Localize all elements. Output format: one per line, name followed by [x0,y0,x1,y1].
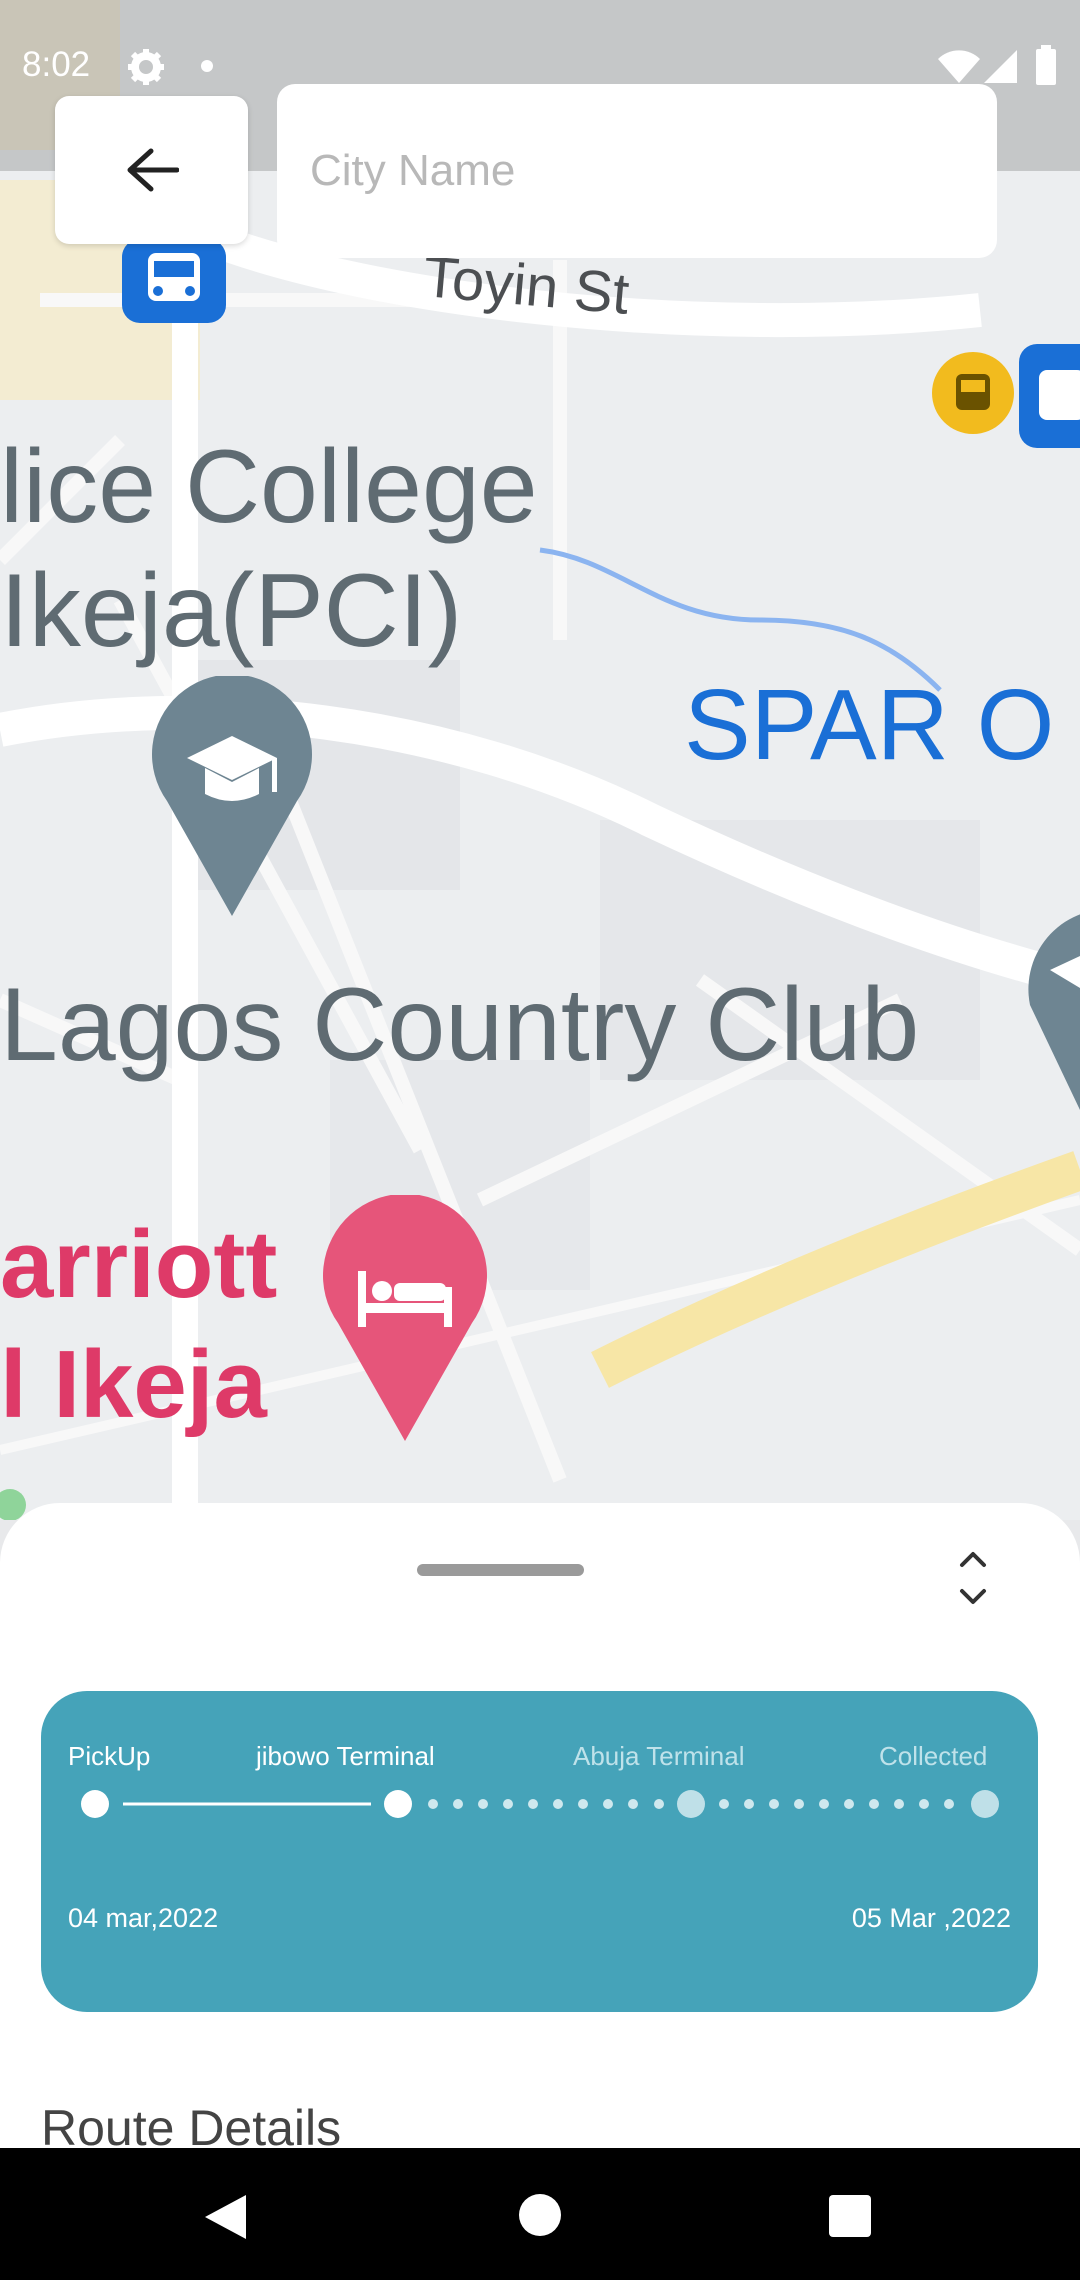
map-label-country-club: Lagos Country Club [0,967,920,1083]
wifi-icon [938,50,980,83]
progress-timeline [81,1790,999,1818]
arrow-left-icon [127,148,179,192]
map-label-college: lice College [0,429,538,545]
expand-collapse-icon[interactable] [948,1543,998,1613]
stage-label-jibowo: jibowo Terminal [256,1741,435,1771]
nav-home-icon[interactable] [518,2193,562,2237]
status-time: 8:02 [22,45,91,84]
nav-back-icon[interactable] [202,2192,248,2242]
milestone-dot-abuja [677,1790,705,1818]
map-label-hotel-line2: l Ikeja [0,1331,267,1438]
map-label-college-line2: Ikeja(PCI) [0,553,463,669]
city-search-input[interactable] [277,84,997,258]
hotel-pin-icon[interactable] [318,1195,493,1445]
bottom-sheet[interactable]: PickUp jibowo Terminal Abuja Terminal Co… [0,1503,1080,2148]
school-pin-icon[interactable] [1000,890,1080,1120]
milestone-dot-pickup [81,1790,109,1818]
bus-station-icon[interactable] [930,350,1016,436]
stage-label-collected: Collected [879,1741,988,1771]
shipment-progress-card: PickUp jibowo Terminal Abuja Terminal Co… [41,1691,1038,2012]
battery-icon [1036,45,1056,85]
milestone-dot-jibowo [384,1790,412,1818]
bus-stop-icon[interactable] [1015,340,1080,452]
end-date: 05 Mar ,2022 [851,1903,1011,1933]
settings-gear-icon [128,49,164,85]
stage-label-pickup: PickUp [68,1741,151,1771]
route-details-heading: Route Details [41,2100,342,2148]
nav-recents-icon[interactable] [829,2195,871,2237]
school-pin-icon[interactable] [147,676,317,922]
stage-label-abuja: Abuja Terminal [573,1741,745,1771]
system-nav-bar [0,2148,1080,2280]
back-button[interactable] [55,96,248,244]
drag-handle[interactable] [417,1564,584,1576]
milestone-dot-collected [971,1790,999,1818]
map-label-spar: SPAR O [684,669,1055,781]
notification-dot-icon [201,60,213,72]
bus-stop-icon[interactable] [118,235,230,327]
signal-icon [984,50,1017,83]
start-date: 04 mar,2022 [68,1903,219,1933]
map-label-hotel: arriott [0,1211,278,1318]
